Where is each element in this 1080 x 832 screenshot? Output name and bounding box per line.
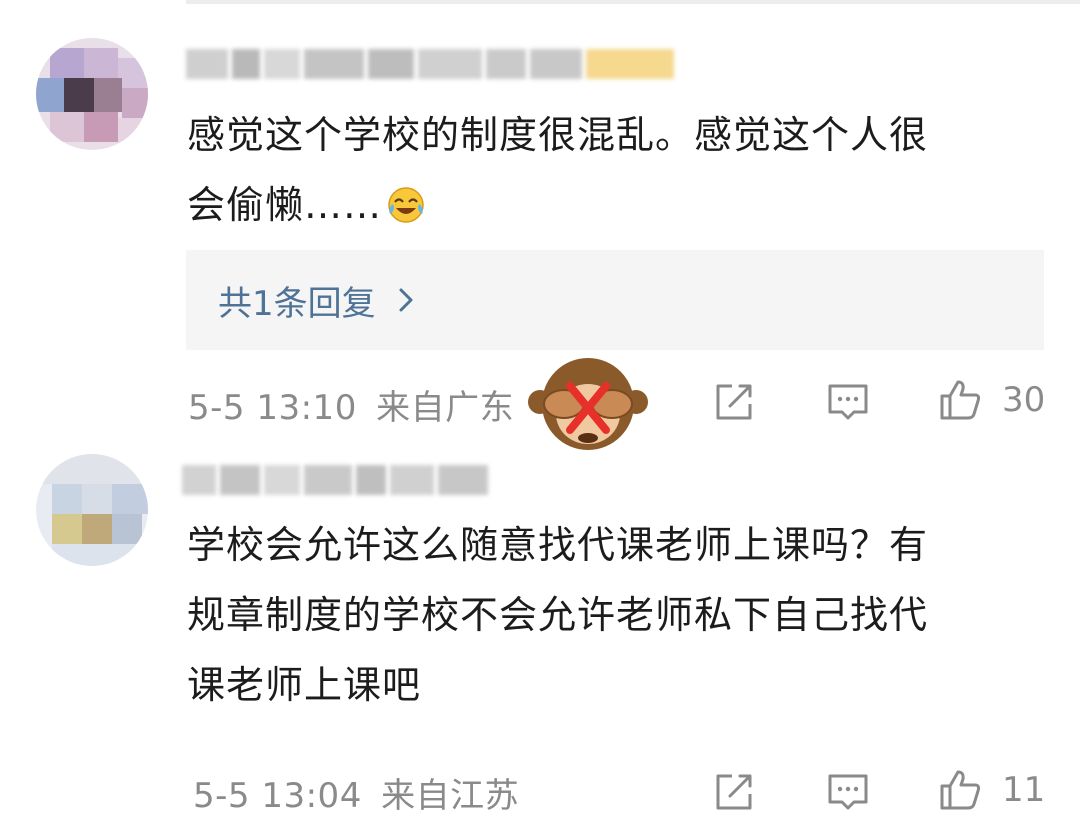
comment-location: 来自广东 <box>376 388 515 428</box>
comment-body: 感觉这个学校的制度很混乱。感觉这个人很 会偷懒…… <box>187 100 1057 240</box>
comment-meta: 5-5 13:10 来自广东 <box>188 380 514 429</box>
comment-location: 来自江苏 <box>381 776 520 816</box>
thumbs-up-icon[interactable] <box>938 768 982 812</box>
comment-line: 课老师上课吧 <box>187 663 422 707</box>
comment-line: 会偷懒…… <box>187 170 1057 240</box>
see-no-evil-monkey-sticker-icon <box>528 358 648 450</box>
chevron-right-icon <box>399 288 413 312</box>
comment-line: 感觉这个学校的制度很混乱。感觉这个人很 <box>187 113 929 157</box>
like-count: 30 <box>1002 380 1046 420</box>
comment-icon[interactable] <box>826 380 870 424</box>
comment-timestamp: 5-5 13:04 <box>193 776 362 816</box>
comment-body: 学校会允许这么随意找代课老师上课吗？有 规章制度的学校不会允许老师私下自己找代 … <box>187 510 1057 720</box>
comment-line: 学校会允许这么随意找代课老师上课吗？有 <box>187 523 929 567</box>
comment-timestamp: 5-5 13:10 <box>188 388 357 428</box>
username-blurred[interactable] <box>182 458 492 502</box>
like-count: 11 <box>1002 770 1046 810</box>
laughing-crying-emoji-icon <box>388 187 424 223</box>
avatar[interactable] <box>36 454 148 566</box>
comment-thread: 感觉这个学校的制度很混乱。感觉这个人很 会偷懒…… 共1条回复 5-5 13:1… <box>0 0 1080 832</box>
share-icon[interactable] <box>712 770 756 814</box>
comment-line: 规章制度的学校不会允许老师私下自己找代 <box>187 593 929 637</box>
avatar[interactable] <box>36 38 148 150</box>
comment-line-text: 会偷懒…… <box>187 183 383 227</box>
view-replies-button[interactable]: 共1条回复 <box>186 250 1044 350</box>
reply-count-label: 共1条回复 <box>218 283 376 324</box>
share-icon[interactable] <box>712 380 756 424</box>
username-blurred[interactable] <box>186 42 678 86</box>
thumbs-up-icon[interactable] <box>938 378 982 422</box>
top-divider <box>186 0 1080 4</box>
comment-icon[interactable] <box>826 770 870 814</box>
comment-meta: 5-5 13:04 来自江苏 <box>193 768 519 817</box>
